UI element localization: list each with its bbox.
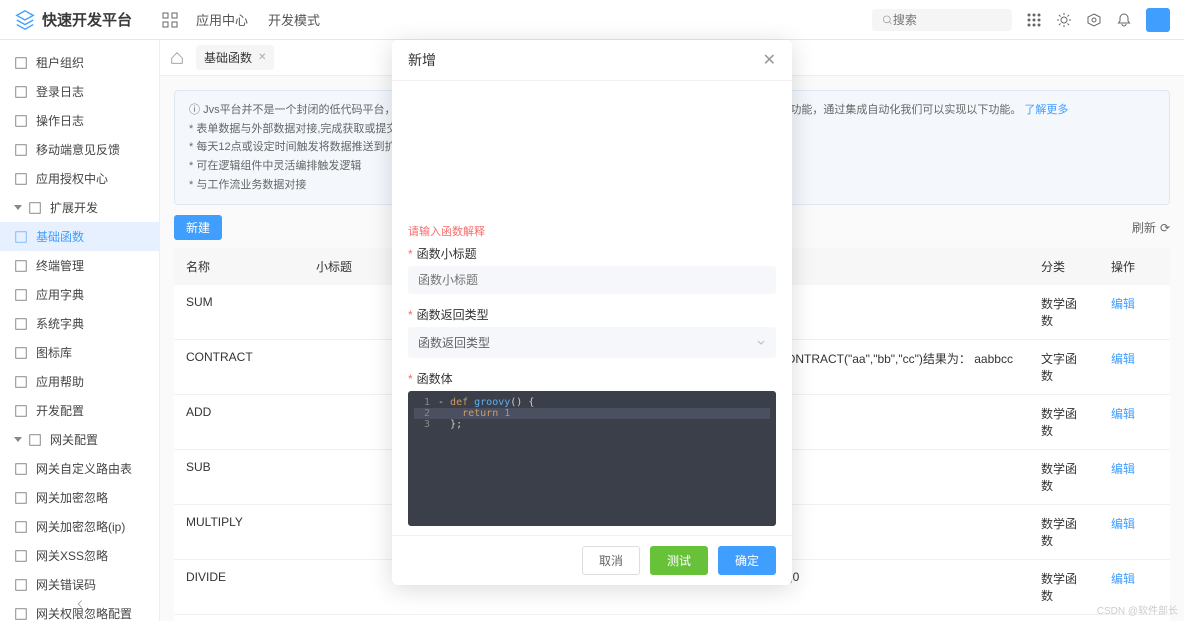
cancel-button[interactable]: 取消 [582, 546, 640, 575]
select-return-type[interactable]: 函数返回类型 [408, 327, 776, 358]
label-body: 函数体 [417, 370, 453, 387]
ok-button[interactable]: 确定 [718, 546, 776, 575]
code-editor[interactable]: 1- def groovy() { 2 return 1 3 }; [408, 391, 776, 526]
label-subtitle: 函数小标题 [417, 245, 477, 262]
modal-title: 新增 [408, 50, 436, 70]
error-msg: 请输入函数解释 [408, 223, 776, 239]
close-icon[interactable]: ✕ [763, 50, 776, 70]
label-return: 函数返回类型 [417, 306, 489, 323]
select-placeholder: 函数返回类型 [418, 334, 490, 351]
test-button[interactable]: 测试 [650, 546, 708, 575]
modal-new: 新增 ✕ 请输入函数解释 *函数小标题 *函数返回类型 函数返回类型 *函数体 … [392, 40, 792, 585]
chevron-down-icon [756, 338, 766, 348]
input-subtitle[interactable] [408, 266, 776, 294]
